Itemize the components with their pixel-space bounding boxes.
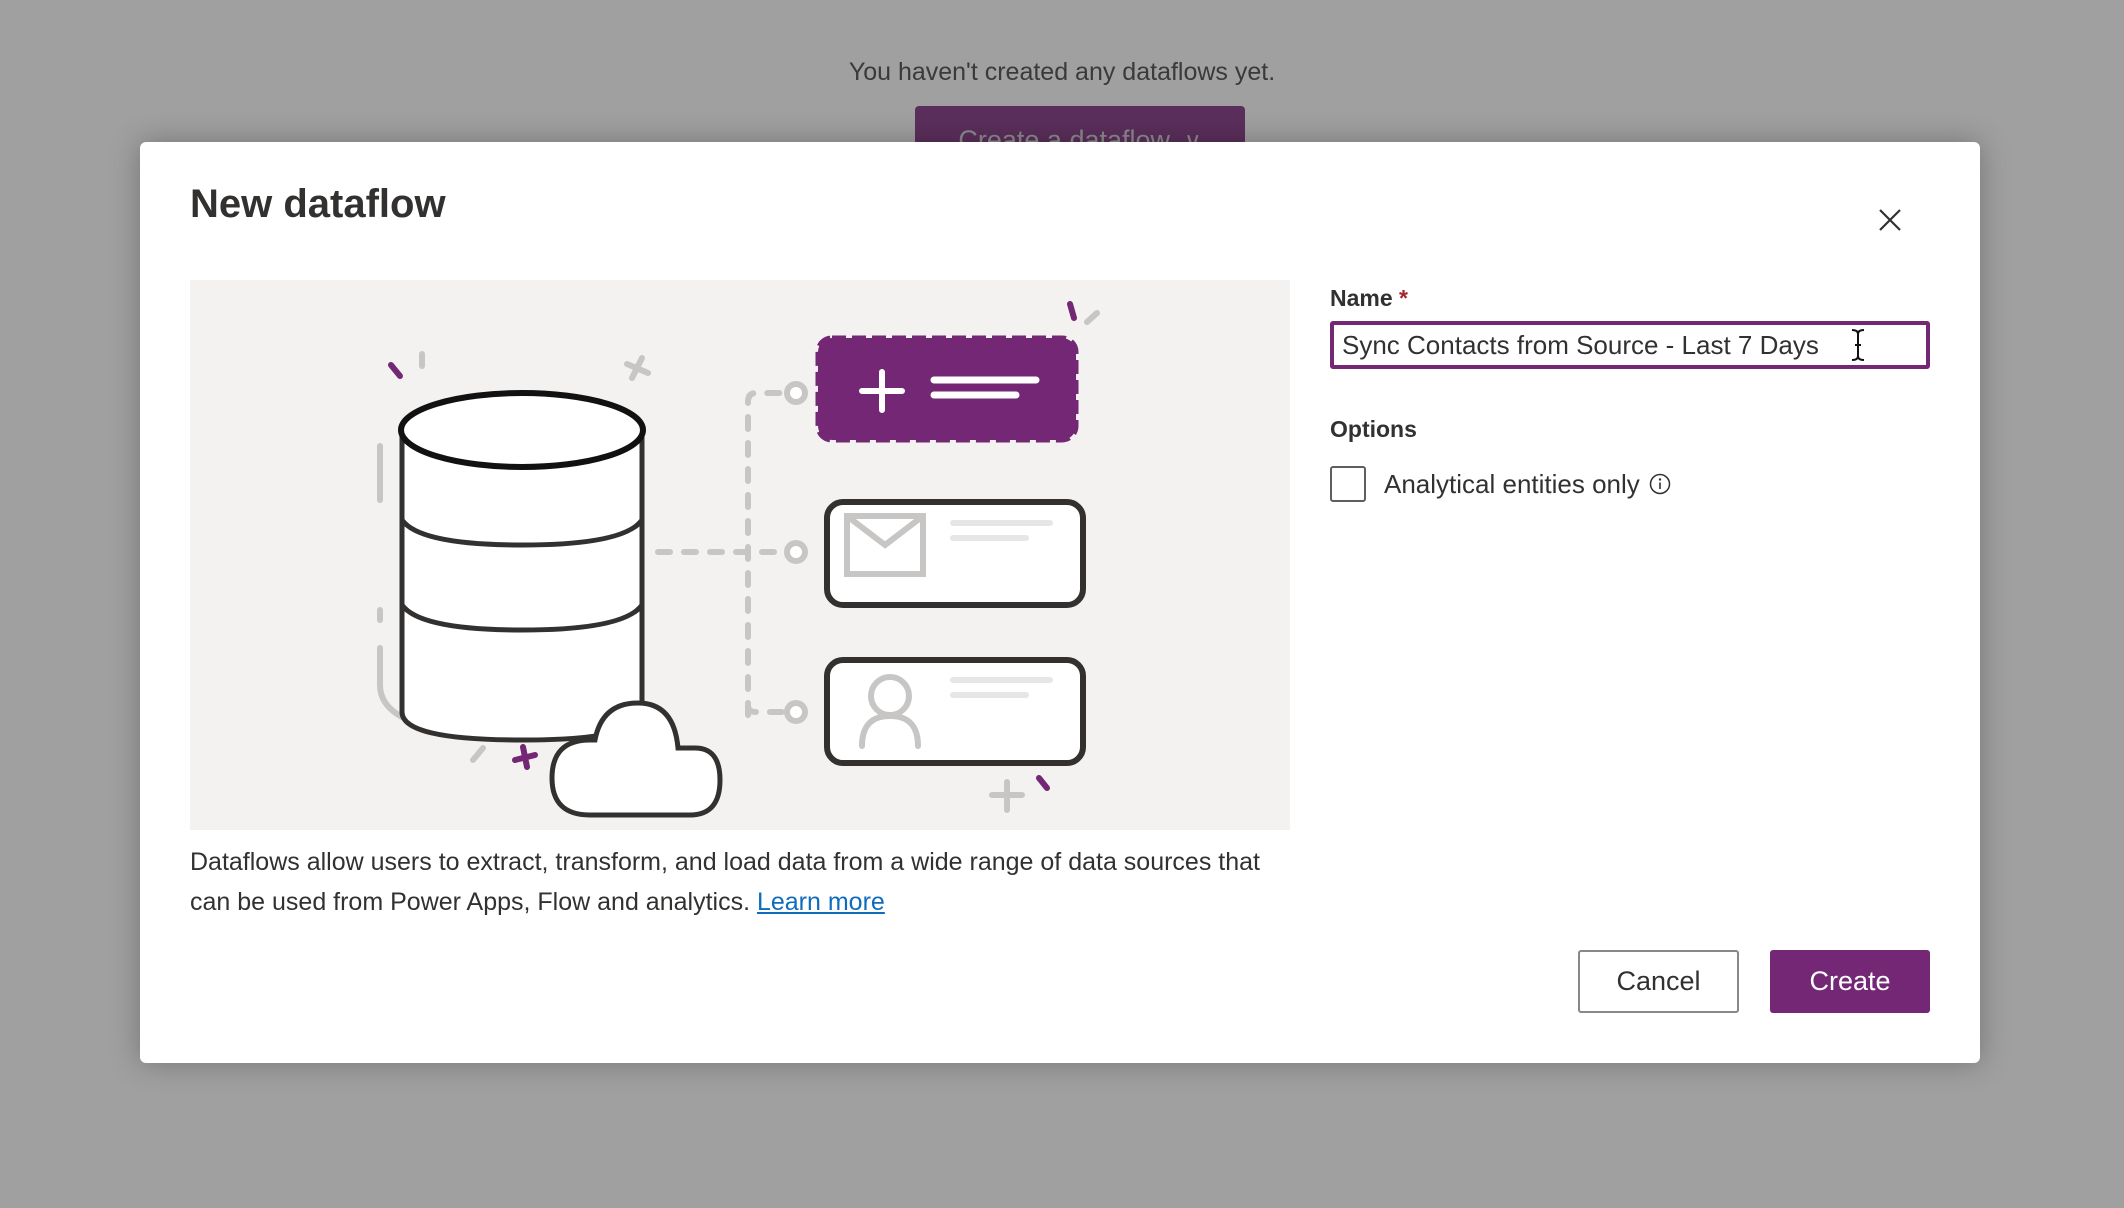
sparkle-plus xyxy=(989,779,1025,813)
options-heading: Options xyxy=(1330,416,1417,442)
sparkle-mark xyxy=(388,362,403,379)
close-icon xyxy=(1879,209,1901,231)
empty-state-message: You haven't created any dataflows yet. xyxy=(848,58,1276,86)
illustration-svg xyxy=(377,301,1100,818)
connector-node xyxy=(784,700,808,724)
connector-node xyxy=(784,540,808,564)
sparkle-mark xyxy=(1036,775,1050,791)
create-button[interactable]: Create xyxy=(1770,950,1930,1013)
description-text: Dataflows allow users to extract, transf… xyxy=(190,848,1260,916)
learn-more-link[interactable]: Learn more xyxy=(757,888,885,916)
dialog-title: New dataflow xyxy=(190,182,446,226)
add-card xyxy=(815,335,1079,443)
sparkle-mark xyxy=(470,745,486,763)
connector-node xyxy=(784,381,808,405)
analytical-entities-checkbox[interactable] xyxy=(1330,466,1366,502)
name-label-text: Name xyxy=(1330,285,1393,311)
email-card xyxy=(824,499,1086,608)
bracket-line xyxy=(377,645,405,720)
required-marker: * xyxy=(1399,285,1408,311)
analytical-entities-option[interactable]: Analytical entities only xyxy=(1330,464,1671,504)
new-dataflow-dialog: New dataflow Dataflows allow users to ex… xyxy=(140,142,1980,1063)
dialog-description: Dataflows allow users to extract, transf… xyxy=(190,842,1290,922)
analytical-entities-label: Analytical entities only xyxy=(1384,468,1640,499)
info-icon[interactable] xyxy=(1649,473,1671,495)
name-input[interactable] xyxy=(1330,321,1930,369)
text-cursor-icon xyxy=(1851,329,1865,361)
database-icon xyxy=(398,390,646,743)
connector-line xyxy=(745,702,793,715)
name-field-label: Name * xyxy=(1330,285,1408,312)
sparkle-mark xyxy=(1067,301,1077,321)
contact-card xyxy=(824,657,1086,766)
cancel-button[interactable]: Cancel xyxy=(1578,950,1739,1013)
sparkle-plus xyxy=(624,355,651,381)
close-button[interactable] xyxy=(1870,200,1910,240)
sparkle-plus xyxy=(512,744,538,770)
sparkle-mark xyxy=(1084,310,1100,325)
dataflow-illustration xyxy=(190,280,1290,830)
